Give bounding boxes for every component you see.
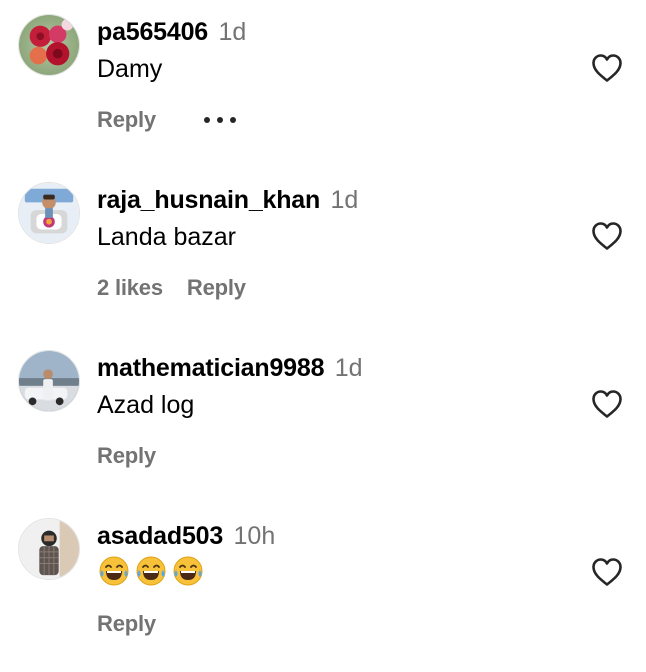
comment-timestamp: 1d bbox=[330, 186, 359, 214]
comment-username[interactable]: raja_husnain_khan bbox=[97, 186, 320, 214]
more-options-icon[interactable] bbox=[203, 115, 236, 125]
comment-item: raja_husnain_khan 1d Landa bazar 2 likes… bbox=[0, 168, 646, 336]
avatar[interactable] bbox=[18, 350, 80, 412]
heart-icon[interactable] bbox=[591, 389, 623, 419]
likes-count[interactable]: 2 likes bbox=[97, 273, 163, 303]
comment-item: mathematician9988 1d Azad log Reply bbox=[0, 336, 646, 504]
reply-button[interactable]: Reply bbox=[97, 609, 156, 639]
comment-text: Azad log bbox=[97, 391, 195, 419]
avatar-person-image bbox=[19, 519, 79, 579]
comment-text: Landa bazar bbox=[97, 223, 237, 251]
comment-username[interactable]: asadad503 bbox=[97, 522, 223, 550]
heart-icon[interactable] bbox=[591, 557, 623, 587]
avatar[interactable] bbox=[18, 182, 80, 244]
comment-emoji-row bbox=[98, 555, 204, 587]
avatar-roses-image bbox=[19, 15, 79, 75]
heart-icon[interactable] bbox=[591, 53, 623, 83]
avatar-child-image bbox=[19, 183, 79, 243]
comment-timestamp: 1d bbox=[218, 18, 247, 46]
tears-of-joy-emoji-icon bbox=[136, 556, 166, 586]
avatar-person-car-image bbox=[19, 351, 79, 411]
comment-text: Damy bbox=[97, 55, 163, 83]
comment-item: pa565406 1d Damy Reply bbox=[0, 0, 646, 168]
comment-timestamp: 10h bbox=[233, 522, 276, 550]
comment-username[interactable]: pa565406 bbox=[97, 18, 208, 46]
reply-button[interactable]: Reply bbox=[187, 273, 246, 303]
reply-button[interactable]: Reply bbox=[97, 105, 156, 135]
heart-icon[interactable] bbox=[591, 221, 623, 251]
comment-timestamp: 1d bbox=[334, 354, 363, 382]
comment-item: asadad503 10h 😂😂😂 Reply bbox=[0, 504, 646, 672]
tears-of-joy-emoji-icon bbox=[173, 556, 203, 586]
reply-button[interactable]: Reply bbox=[97, 441, 156, 471]
avatar[interactable] bbox=[18, 14, 80, 76]
comment-username[interactable]: mathematician9988 bbox=[97, 354, 324, 382]
avatar[interactable] bbox=[18, 518, 80, 580]
tears-of-joy-emoji-icon bbox=[99, 556, 129, 586]
